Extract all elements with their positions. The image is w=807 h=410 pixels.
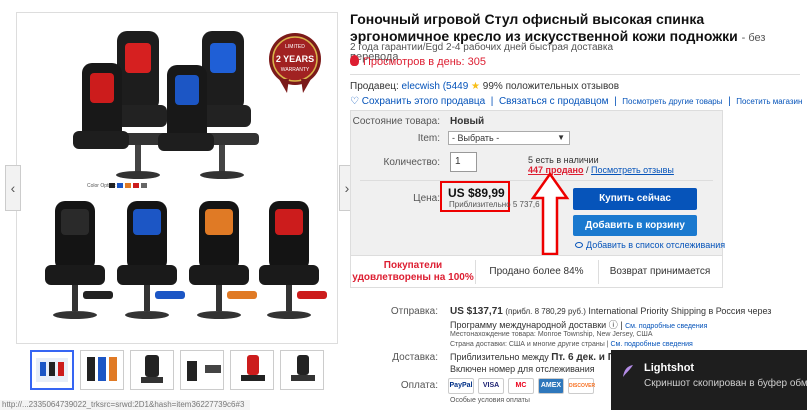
save-seller-link[interactable]: Сохранить этого продавца xyxy=(362,96,485,107)
item-location: Местонахождение товара: Monroe Township,… xyxy=(450,331,653,338)
thumbnail-2[interactable] xyxy=(80,350,124,390)
returns-accepted: Возврат принимается xyxy=(609,266,711,277)
thumbnail-1[interactable] xyxy=(30,350,74,390)
quantity-label: Количество: xyxy=(383,157,440,168)
chair-blue-top-2 xyxy=(158,65,214,151)
shipping-line-1: US $137,71 (прибл. 8 780,29 руб.) Intern… xyxy=(450,306,772,317)
divider xyxy=(350,74,800,75)
stats-bar: Покупатели удовлетворены на 100% Продано… xyxy=(351,255,722,287)
paypal-icon: PayPal xyxy=(448,378,474,394)
eye-icon xyxy=(575,242,583,248)
info-icon: ⓘ xyxy=(608,320,618,330)
condition-label: Состояние товара: xyxy=(352,116,440,127)
chair-red-bottom xyxy=(259,201,327,319)
payment-note: Особые условия оплаты xyxy=(450,397,530,404)
chair-orange-bottom xyxy=(189,201,257,319)
thumbnail-3[interactable] xyxy=(130,350,174,390)
chevron-down-icon: ▼ xyxy=(557,133,565,142)
ships-to-details-link[interactable]: См. подробные сведения xyxy=(610,341,692,348)
visa-icon: VISA xyxy=(478,378,504,394)
seller-info: Продавец: elecwish (5449 ★ 99% положител… xyxy=(350,81,620,92)
reviews-link[interactable]: Посмотреть отзывы xyxy=(591,165,674,175)
gallery-prev-button[interactable]: ‹ xyxy=(5,165,21,211)
shipping-line-2: Программу международной доставки ⓘ | См.… xyxy=(450,320,708,330)
svg-text:WARRANTY: WARRANTY xyxy=(281,67,310,73)
buyer-satisfaction: Покупатели удовлетворены на 100% xyxy=(352,260,474,283)
warranty-badge: LIMITED 2 YEARS WARRANTY xyxy=(269,33,321,93)
star-icon: ★ xyxy=(471,81,481,92)
delivery-label: Доставка: xyxy=(392,352,438,363)
seller-name-link[interactable]: elecwish xyxy=(402,81,440,92)
seller-rating-link[interactable]: (5449 xyxy=(443,81,469,92)
product-hero-image[interactable]: LIMITED 2 YEARS WARRANTY Color Option: xyxy=(17,13,337,343)
payment-label: Оплата: xyxy=(400,380,438,391)
shipping-label: Отправка: xyxy=(390,306,438,317)
available-count: 5 есть в наличии xyxy=(528,155,599,165)
item-select[interactable]: - Выбрать - ▼ xyxy=(448,131,570,145)
buy-now-button[interactable]: Купить сейчас xyxy=(573,188,697,210)
add-to-cart-button[interactable]: Добавить в корзину xyxy=(573,215,697,236)
delivery-estimate: Приблизительно между Пт. 6 дек. и Пн.16 xyxy=(450,352,635,363)
product-subtitle: 2 года гарантии/Egd 2-4 рабочих дней быс… xyxy=(350,42,614,53)
add-to-watchlist-link[interactable]: Добавить в список отслеживания xyxy=(575,240,725,250)
contact-seller-link[interactable]: Связаться с продавцом xyxy=(499,96,609,107)
feedback-percent: 99% положительных отзывов xyxy=(482,81,620,92)
red-arrow-annotation xyxy=(530,172,570,256)
price-value: US $89,99 xyxy=(448,186,505,200)
svg-text:2 YEARS: 2 YEARS xyxy=(276,54,314,64)
price-approx: Приблизительно 5 737,6 xyxy=(449,200,540,209)
svg-text:LIMITED: LIMITED xyxy=(285,44,305,50)
thumbnail-5[interactable] xyxy=(230,350,274,390)
thumbnail-4[interactable] xyxy=(180,350,224,390)
shipping-details-link[interactable]: См. подробные сведения xyxy=(625,323,707,330)
visit-store-link[interactable]: Посетить магазин xyxy=(736,97,802,106)
chair-blue-bottom xyxy=(117,201,185,319)
chairs-collage-image: LIMITED 2 YEARS WARRANTY Color Option: xyxy=(45,31,327,319)
amex-icon: AMEX xyxy=(538,378,564,394)
heart-icon: ♡ xyxy=(350,96,359,107)
views-per-day: Просмотров в день: 305 xyxy=(350,55,486,68)
ships-to: Страна доставки: США и многие другие стр… xyxy=(450,341,693,348)
chair-black-bottom xyxy=(45,201,113,319)
item-label: Item: xyxy=(417,133,440,144)
price-label: Цена: xyxy=(413,193,440,204)
chair-red-top-left-2 xyxy=(73,63,129,149)
condition-value: Новый xyxy=(450,116,485,127)
toast-title: Lightshot xyxy=(644,362,695,374)
other-items-link[interactable]: Посмотреть другие товары xyxy=(622,97,722,106)
seller-links: ♡ Сохранить этого продавца | Связаться с… xyxy=(350,96,803,107)
toast-body: Скриншот скопирован в буфер обм xyxy=(644,378,807,389)
sold-percent: Продано более 84% xyxy=(489,266,584,277)
image-gallery: LIMITED 2 YEARS WARRANTY Color Option: ‹… xyxy=(5,12,355,344)
quantity-input[interactable]: 1 xyxy=(450,152,477,172)
mastercard-icon: MC xyxy=(508,378,534,394)
discover-icon: DISCOVER xyxy=(568,378,595,394)
feather-icon xyxy=(623,365,633,377)
thumbnail-6[interactable] xyxy=(280,350,324,390)
lightshot-notification[interactable]: Lightshot Скриншот скопирован в буфер об… xyxy=(611,350,807,410)
status-bar-url: http://...2335064739022_trksrc=srwd:2D1&… xyxy=(0,400,250,410)
fire-icon xyxy=(350,55,359,66)
delivery-tracking: Включен номер для отслеживания xyxy=(450,364,595,374)
thumbnail-strip xyxy=(30,350,350,392)
